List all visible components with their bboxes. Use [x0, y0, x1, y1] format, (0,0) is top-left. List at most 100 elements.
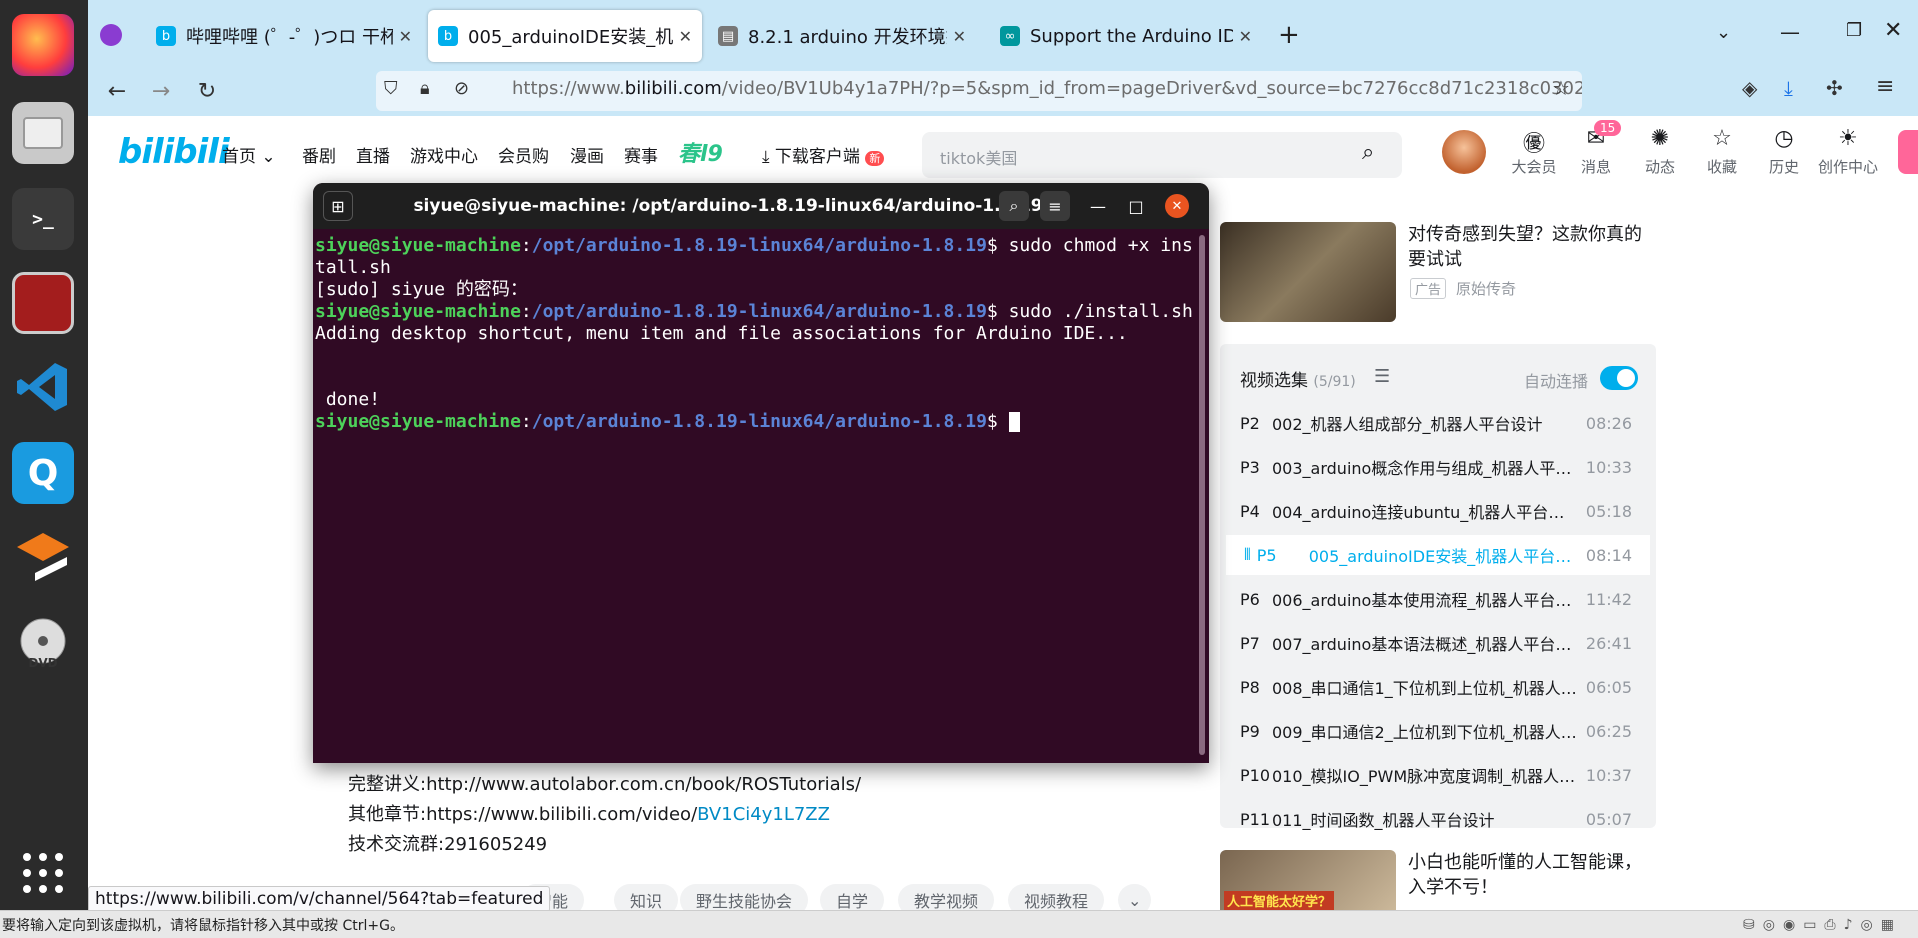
maximize-icon[interactable]: ❐ [1846, 20, 1862, 41]
playlist-item[interactable]: P11 011_时间函数_机器人平台设计 05:07 [1222, 799, 1650, 839]
new-tab-button[interactable]: + [1278, 20, 1300, 50]
url-text[interactable]: https://www.bilibili.com/video/BV1Ub4y1a… [512, 78, 1582, 99]
ad-source[interactable]: 原始传奇 [1456, 278, 1516, 299]
extensions-icon[interactable]: ✣ [1826, 76, 1843, 100]
app-grid-icon[interactable] [12, 842, 74, 904]
files-icon[interactable] [12, 102, 74, 164]
terminal-scrollbar[interactable] [1199, 235, 1205, 755]
dvd-icon[interactable]: DVD [12, 612, 74, 674]
tab-arduino-video[interactable]: b 005_arduinoIDE安装_机器 ✕ [428, 10, 702, 62]
autoplay-toggle[interactable] [1600, 366, 1638, 390]
download-client-link[interactable]: ⤓ 下载客户端 新 [762, 142, 885, 167]
ad2-title[interactable]: 小白也能听懂的人工智能课，入学不亏！ [1408, 850, 1654, 900]
dynamic-button[interactable]: ✺ 动态 [1632, 126, 1688, 177]
vip-icon: ㊝ [1522, 132, 1545, 157]
playlist-item-duration: 10:33 [1585, 457, 1632, 477]
vm-device-icons[interactable]: ⛁◎◉▭⎙♪◎▦ [1743, 917, 1902, 933]
vscode-icon[interactable] [12, 356, 74, 418]
search-icon[interactable]: ⌕ [1362, 140, 1374, 165]
playlist-item[interactable]: P2 002_机器人组成部分_机器人平台设计 08:26 [1222, 403, 1650, 443]
back-icon[interactable]: ← [100, 74, 134, 108]
nav-live[interactable]: 直播 [356, 142, 390, 167]
nav-game[interactable]: 游戏中心 [410, 142, 478, 167]
terminal-output[interactable]: siyue@siyue-machine:/opt/arduino-1.8.19-… [313, 229, 1193, 433]
new-tab-icon[interactable]: ⊞ [323, 191, 353, 221]
pocket-icon[interactable]: ◈ [1742, 76, 1757, 100]
playlist-title: 视频选集 (5/91) [1240, 371, 1356, 391]
hamburger-icon[interactable]: ≡ [1040, 191, 1070, 221]
close-icon[interactable]: ✕ [399, 27, 412, 46]
menu-icon[interactable]: ≡ [1876, 74, 1894, 99]
avatar[interactable] [1442, 130, 1486, 174]
favorites-button[interactable]: ☆ 收藏 [1694, 126, 1750, 177]
playlist-item-title: 005_arduinoIDE安装_机器人平台设计 [1308, 547, 1578, 566]
tab-list-icon[interactable]: ⌄ [1716, 22, 1731, 43]
ad-thumbnail[interactable] [1220, 222, 1396, 322]
playlist-item-number: P3 [1240, 457, 1260, 477]
bilibili-icon: b [438, 26, 458, 46]
playlist-item-active[interactable]: ⫴ P5 005_arduinoIDE安装_机器人平台设计 08:14 [1226, 535, 1650, 575]
close-icon[interactable]: ✕ [1165, 194, 1189, 218]
playlist-item-number: P2 [1240, 413, 1260, 433]
playing-icon: ⫴ [1244, 545, 1251, 564]
firefox-view-icon[interactable] [100, 24, 122, 46]
install-icon[interactable] [12, 526, 74, 588]
close-icon[interactable]: ✕ [679, 27, 692, 46]
nav-mall[interactable]: 会员购 [498, 142, 549, 167]
dynamic-icon: ✺ [1650, 126, 1670, 151]
terminal-icon[interactable]: >_ [12, 188, 74, 250]
firefox-icon[interactable] [12, 14, 74, 76]
history-button[interactable]: ◷ 历史 [1756, 126, 1812, 177]
tab-arduino-docs[interactable]: ▤ 8.2.1 arduino 开发环境搭 ✕ [708, 10, 976, 62]
playlist-item[interactable]: P4 004_arduino连接ubuntu_机器人平台设计 05:18 [1222, 491, 1650, 531]
playlist-item[interactable]: P9 009_串口通信2_上位机到下位机_机器人平台设计 06:25 [1222, 711, 1650, 751]
close-icon[interactable]: ✕ [1239, 27, 1252, 46]
playlist-item[interactable]: P3 003_arduino概念作用与组成_机器人平台设计 10:33 [1222, 447, 1650, 487]
maximize-icon[interactable]: □ [1121, 191, 1151, 221]
shield-icon[interactable]: ⛉ [384, 78, 398, 99]
qq-icon[interactable]: Q [12, 442, 74, 504]
spring-festival-logo[interactable]: 春l9 [678, 136, 723, 168]
playlist-item-duration: 08:14 [1585, 545, 1632, 565]
playlist-item-number: P11 [1240, 809, 1271, 829]
book-icon: ▤ [718, 26, 738, 46]
playlist-item-title: 003_arduino概念作用与组成_机器人平台设计 [1272, 459, 1578, 478]
search-icon[interactable]: ⌕ [999, 191, 1029, 221]
bilibili-icon: b [156, 26, 176, 46]
terminal-window[interactable]: ⊞ siyue@siyue-machine: /opt/arduino-1.8.… [313, 183, 1209, 763]
ad2-thumbnail[interactable]: 人工智能太好学？ [1220, 850, 1396, 910]
minimize-icon[interactable]: — [1083, 191, 1113, 221]
forward-icon[interactable]: → [144, 74, 178, 108]
playlist-item[interactable]: P8 008_串口通信1_下位机到上位机_机器人平台设计 06:05 [1222, 667, 1650, 707]
bilibili-logo[interactable]: bilibili [118, 132, 230, 172]
list-icon[interactable]: ☰ [1374, 366, 1390, 387]
nav-bangumi[interactable]: 番剧 [302, 142, 336, 167]
tab-arduino-support[interactable]: ∞ Support the Arduino IDE ✕ [990, 10, 1262, 62]
nav-manga[interactable]: 漫画 [570, 142, 604, 167]
chapter-link[interactable]: BV1Ci4y1L7ZZ [697, 804, 830, 825]
nav-match[interactable]: 赛事 [624, 142, 658, 167]
download-icon[interactable]: ⤓ [1784, 76, 1793, 100]
ad-title[interactable]: 对传奇感到失望？这款你真的要试试 [1408, 222, 1654, 272]
close-icon[interactable]: ✕ [953, 27, 966, 46]
terminal-titlebar[interactable]: ⊞ siyue@siyue-machine: /opt/arduino-1.8.… [313, 183, 1209, 229]
playlist-item[interactable]: P7 007_arduino基本语法概述_机器人平台设计 26:41 [1222, 623, 1650, 663]
reload-icon[interactable]: ↻ [190, 74, 224, 108]
upload-button[interactable] [1898, 130, 1918, 174]
lock-icon[interactable]: 🔒︎ [420, 78, 430, 99]
permissions-icon[interactable]: ⊘ [454, 78, 469, 99]
terminator-icon[interactable] [12, 272, 74, 334]
minimize-icon[interactable]: — [1780, 20, 1800, 44]
playlist-item-title: 010_模拟IO_PWM脉冲宽度调制_机器人平台设计 [1272, 767, 1578, 786]
tab-bilibili-home[interactable]: b 哔哩哔哩 (゜-゜)つロ 干杯 ✕ [146, 10, 422, 62]
playlist-item[interactable]: P6 006_arduino基本使用流程_机器人平台设计 11:42 [1222, 579, 1650, 619]
window-close-icon[interactable]: ✕ [1884, 18, 1902, 43]
vip-button[interactable]: ㊝大会员 [1506, 126, 1562, 177]
nav-home[interactable]: 首页 ⌄ [222, 142, 276, 167]
playlist-item[interactable]: P10010_模拟IO_PWM脉冲宽度调制_机器人平台设计 10:37 [1222, 755, 1650, 795]
desc-line-3: 技术交流群:291605249 [348, 834, 548, 855]
playlist-item-title: 011_时间函数_机器人平台设计 [1272, 811, 1495, 830]
bulb-icon: ☀ [1838, 126, 1858, 151]
bookmark-star-icon[interactable]: ☆ [1552, 76, 1570, 100]
creator-button[interactable]: ☀ 创作中心 [1812, 126, 1884, 177]
